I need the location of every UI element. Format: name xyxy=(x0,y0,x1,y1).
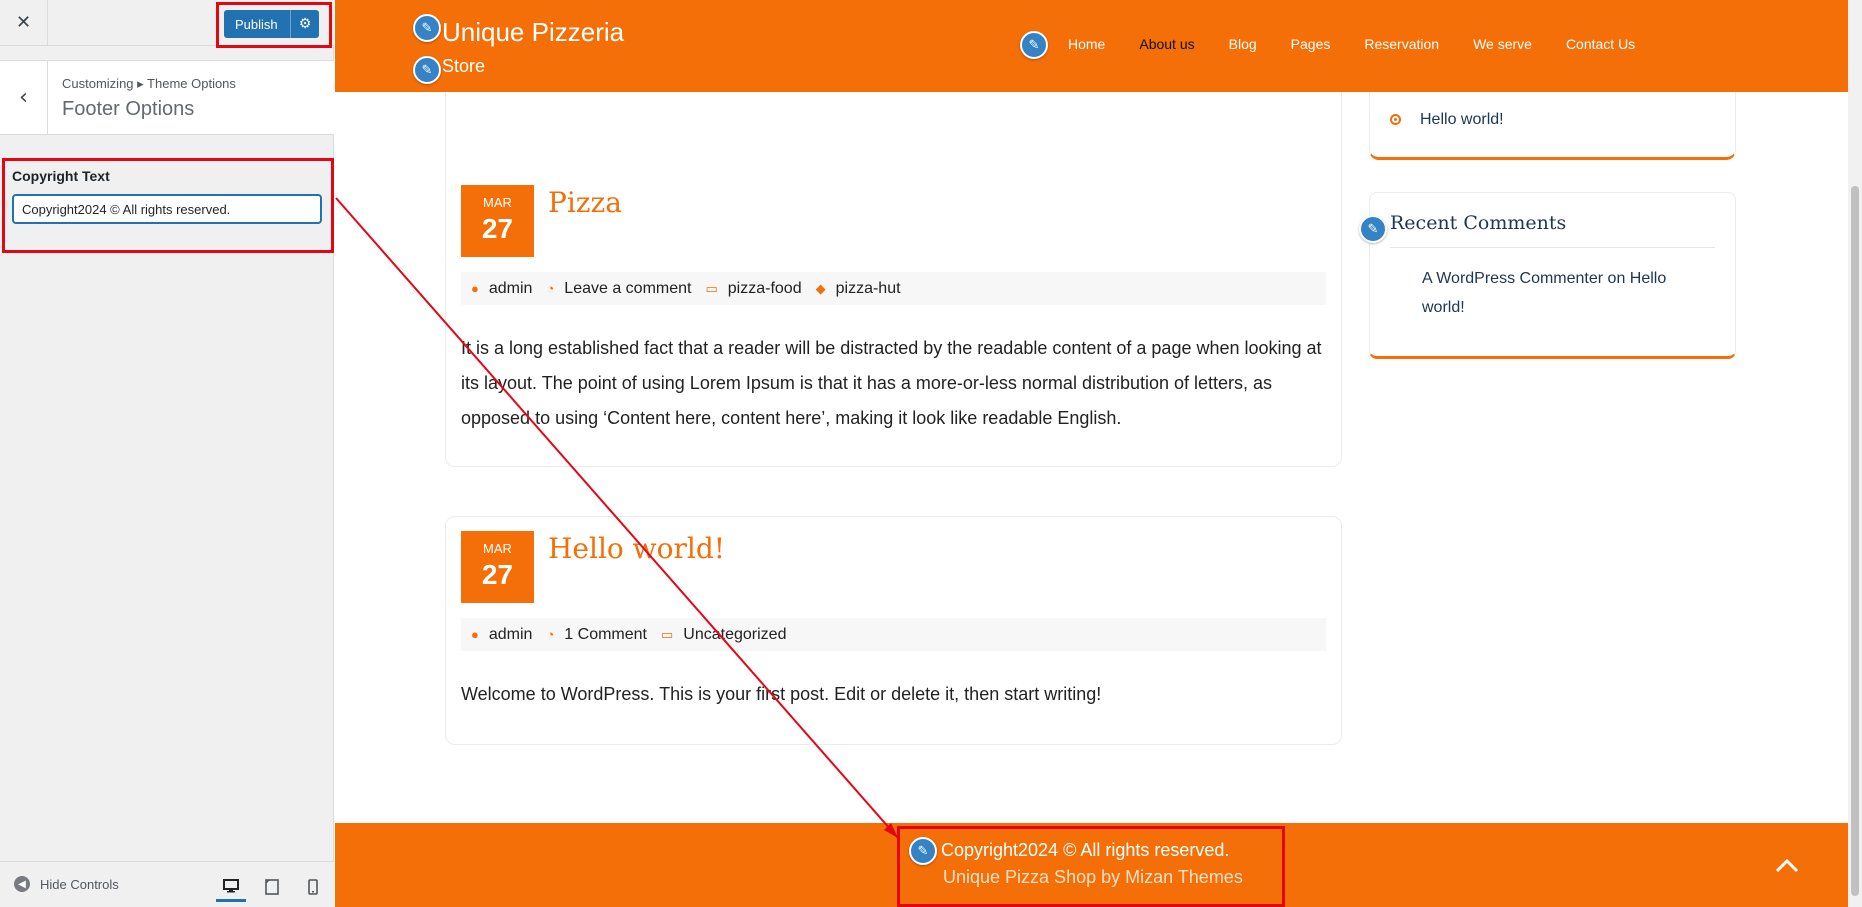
tablet-icon xyxy=(265,879,279,895)
folder-icon: ▭ xyxy=(705,280,718,296)
widget-divider xyxy=(1390,247,1715,248)
preview-scrollbar[interactable] xyxy=(1848,0,1862,907)
nav-item-blog[interactable]: Blog xyxy=(1229,36,1257,52)
main-navigation: Home About us Blog Pages Reservation We … xyxy=(1068,36,1669,52)
meta-tag[interactable]: ◆ pizza-hut xyxy=(816,280,901,298)
recent-post-link[interactable]: Hello world! xyxy=(1420,111,1504,129)
edit-shortcut-icon[interactable]: ✎ xyxy=(413,56,441,84)
edit-shortcut-icon[interactable]: ✎ xyxy=(413,14,441,42)
publish-button[interactable]: Publish ⚙ xyxy=(224,10,319,38)
copyright-text-input[interactable] xyxy=(12,194,322,224)
comment-icon: ◔ xyxy=(546,627,555,642)
desktop-preview-button[interactable] xyxy=(216,872,246,902)
post-date-badge[interactable]: MAR 27 xyxy=(461,531,534,603)
site-title[interactable]: Unique Pizzeria xyxy=(442,17,624,48)
close-icon: ✕ xyxy=(15,12,32,33)
customizer-sidebar: ✕ Publish ⚙ ‹ Customizing ▸ Theme Option… xyxy=(0,0,334,907)
mobile-preview-button[interactable] xyxy=(298,872,328,902)
folder-icon: ▭ xyxy=(661,626,674,642)
post-title-link[interactable]: Pizza xyxy=(548,186,622,219)
meta-comments[interactable]: ◔ Leave a comment xyxy=(546,280,691,298)
nav-item-contact-us[interactable]: Contact Us xyxy=(1566,36,1635,52)
edit-shortcut-icon[interactable]: ✎ xyxy=(1359,215,1387,243)
close-customizer-button[interactable]: ✕ xyxy=(0,0,48,45)
footer-copyright: Copyright2024 © All rights reserved. xyxy=(941,840,1230,860)
comment-author-link[interactable]: A WordPress Commenter xyxy=(1422,270,1603,287)
gear-icon[interactable]: ⚙ xyxy=(290,10,319,38)
comment-on-text: on xyxy=(1607,270,1626,287)
user-icon: ● xyxy=(471,627,479,642)
nav-item-home[interactable]: Home xyxy=(1068,36,1105,52)
meta-author[interactable]: ● admin xyxy=(471,626,532,644)
recent-comments-title: Recent Comments xyxy=(1390,212,1567,234)
post-excerpt: It is a long established fact that a rea… xyxy=(461,338,1322,428)
user-icon: ● xyxy=(471,281,479,296)
nav-item-reservation[interactable]: Reservation xyxy=(1364,36,1439,52)
post-excerpt: Welcome to WordPress. This is your first… xyxy=(461,684,1102,704)
date-month: MAR xyxy=(483,195,512,210)
site-tagline: Store xyxy=(442,56,486,76)
nav-item-we-serve[interactable]: We serve xyxy=(1473,36,1532,52)
post-meta: ● admin ◔ Leave a comment ▭ pizza-food ◆ piz… xyxy=(461,272,1326,305)
chevron-left-icon: ‹ xyxy=(19,85,28,110)
nav-item-about-us[interactable]: About us xyxy=(1139,36,1194,52)
footer-credit-link[interactable]: Unique Pizza Shop by Mizan Themes xyxy=(943,867,1243,888)
tablet-preview-button[interactable] xyxy=(257,872,287,902)
customizer-footer: ◀ Hide Controls xyxy=(0,861,334,907)
hide-controls-button[interactable]: ◀ Hide Controls xyxy=(14,876,119,892)
nav-item-pages[interactable]: Pages xyxy=(1291,36,1331,52)
post-meta: ● admin ◔ 1 Comment ▭ Uncategorized xyxy=(461,618,1326,651)
scrollbar-thumb[interactable] xyxy=(1851,186,1859,896)
site-footer: ✎ Copyright2024 © All rights reserved. U… xyxy=(335,823,1862,907)
recent-comment-item: A WordPress Commenter on Hello world! xyxy=(1422,264,1712,322)
date-month: MAR xyxy=(483,541,512,556)
meta-author[interactable]: ● admin xyxy=(471,280,532,298)
edit-shortcut-icon[interactable]: ✎ xyxy=(1020,31,1048,59)
hide-controls-label: Hide Controls xyxy=(40,876,119,892)
copyright-text-label: Copyright Text xyxy=(12,168,110,184)
collapse-icon: ◀ xyxy=(14,876,30,892)
back-button[interactable]: ‹ xyxy=(0,61,48,134)
meta-comments[interactable]: ◔ 1 Comment xyxy=(546,626,647,644)
meta-category[interactable]: ▭ Uncategorized xyxy=(661,626,786,644)
desktop-icon xyxy=(223,878,239,892)
mobile-icon xyxy=(308,879,318,895)
tag-icon: ◆ xyxy=(815,280,826,296)
scroll-to-top-button[interactable] xyxy=(1775,850,1799,880)
section-title-panel: ‹ Customizing ▸ Theme Options Footer Opt… xyxy=(0,60,334,135)
publish-label: Publish xyxy=(235,16,278,32)
post-title-link[interactable]: Hello world! xyxy=(548,532,725,565)
breadcrumb: Customizing ▸ Theme Options xyxy=(62,76,236,91)
date-day: 27 xyxy=(481,559,514,590)
meta-category[interactable]: ▭ pizza-food xyxy=(705,280,801,298)
chevron-up-icon xyxy=(1775,858,1799,873)
site-preview: MAR 27 Pizza ● admin ◔ Leave a comment ▭ pi… xyxy=(335,0,1862,907)
post-date-badge[interactable]: MAR 27 xyxy=(461,185,534,257)
site-header: ✎ ✎ Unique Pizzeria Store ✎ Home About u… xyxy=(335,0,1862,92)
date-day: 27 xyxy=(481,213,514,244)
comment-icon: ◔ xyxy=(546,281,555,296)
edit-shortcut-icon[interactable]: ✎ xyxy=(909,837,937,865)
bullet-icon xyxy=(1390,114,1401,125)
section-heading: Footer Options xyxy=(62,98,195,120)
